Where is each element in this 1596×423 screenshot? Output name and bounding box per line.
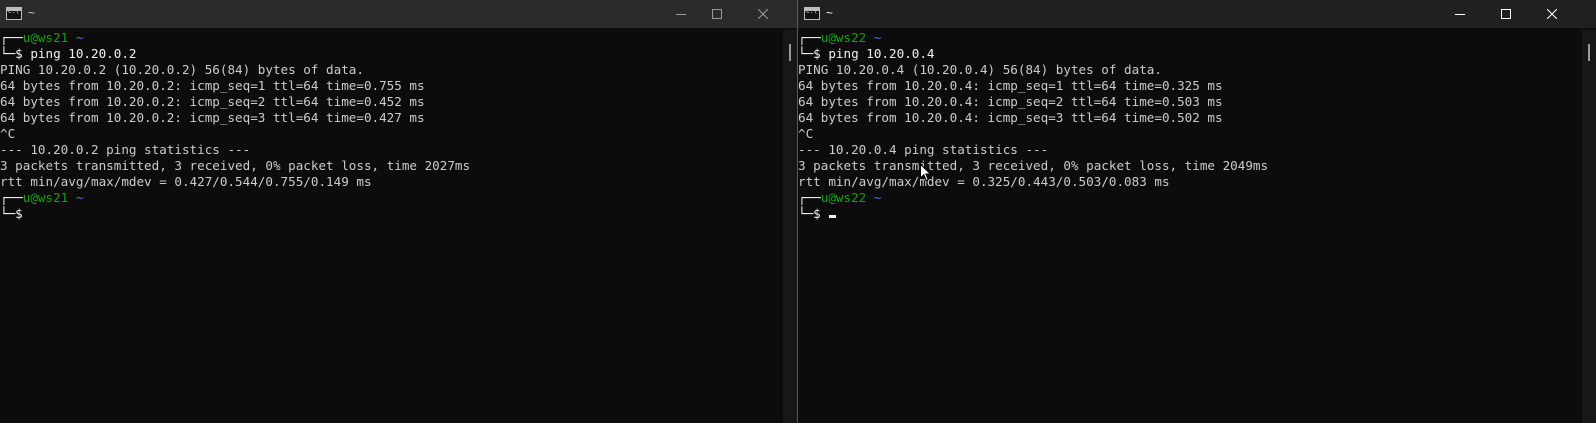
terminal-line: 64 bytes from 10.20.0.2: icmp_seq=3 ttl=… [0, 110, 781, 126]
command-text: ping 10.20.0.2 [30, 46, 137, 61]
terminal-line: --- 10.20.0.2 ping statistics --- [0, 142, 781, 158]
terminal-window-right[interactable]: C:\ ~ ┌──u@ws22 ~ └─$ ping 10.20.0.4 PING … [797, 0, 1596, 423]
terminal-output[interactable]: ┌──u@ws21 ~ └─$ ping 10.20.0.2 PING 10.20.… [0, 30, 781, 423]
prompt-box-bottom: └─ [0, 206, 16, 221]
output-text: 64 bytes from 10.20.0.4: icmp_seq=1 ttl=… [798, 78, 1223, 93]
terminal-line: PING 10.20.0.4 (10.20.0.4) 56(84) bytes … [798, 62, 1580, 78]
terminal-line: └─$ [0, 206, 781, 222]
prompt-user-host: u@ws21 [22, 30, 69, 45]
prompt-path: ~ [75, 190, 84, 205]
output-text: 64 bytes from 10.20.0.2: icmp_seq=1 ttl=… [0, 78, 425, 93]
terminal-line: └─$ [798, 206, 1580, 222]
prompt-path: ~ [75, 30, 84, 45]
output-text: ^C [798, 126, 814, 141]
text-cursor [829, 215, 837, 218]
prompt-dollar: $ [15, 206, 31, 221]
close-icon [1547, 9, 1557, 19]
terminal-line: ^C [798, 126, 1580, 142]
output-text: 64 bytes from 10.20.0.2: icmp_seq=2 ttl=… [0, 94, 425, 109]
terminal-line: 64 bytes from 10.20.0.4: icmp_seq=3 ttl=… [798, 110, 1580, 126]
terminal-line: └─$ ping 10.20.0.4 [798, 46, 1580, 62]
terminal-line: rtt min/avg/max/mdev = 0.325/0.443/0.503… [798, 174, 1580, 190]
prompt-dollar: $ [813, 46, 829, 61]
prompt-dollar: $ [15, 46, 31, 61]
terminal-line: ┌──u@ws21 ~ [0, 190, 781, 206]
output-text: 64 bytes from 10.20.0.2: icmp_seq=3 ttl=… [0, 110, 425, 125]
scrollbar-thumb[interactable] [789, 44, 791, 61]
terminal-window-left[interactable]: C:\ ~ ┌──u@ws21 ~ └─$ ping 10.20.0.2 PING … [0, 0, 797, 423]
terminal-line: ^C [0, 126, 781, 142]
maximize-icon [712, 9, 722, 19]
terminal-line: 3 packets transmitted, 3 received, 0% pa… [0, 158, 781, 174]
output-text: rtt min/avg/max/mdev = 0.325/0.443/0.503… [798, 174, 1170, 189]
terminal-line: └─$ ping 10.20.0.2 [0, 46, 781, 62]
minimize-icon [676, 14, 686, 15]
terminal-line: ┌──u@ws22 ~ [798, 190, 1580, 206]
output-text: PING 10.20.0.2 (10.20.0.2) 56(84) bytes … [0, 62, 364, 77]
prompt-box-bottom: └─ [798, 206, 814, 221]
maximize-icon [1501, 9, 1511, 19]
scrollbar[interactable] [783, 30, 797, 423]
window-title: ~ [826, 6, 834, 20]
output-text: PING 10.20.0.4 (10.20.0.4) 56(84) bytes … [798, 62, 1162, 77]
prompt-user-host: u@ws21 [22, 190, 69, 205]
title-bar[interactable]: C:\ ~ [0, 0, 797, 28]
output-text: 64 bytes from 10.20.0.4: icmp_seq=2 ttl=… [798, 94, 1223, 109]
terminal-line: 64 bytes from 10.20.0.2: icmp_seq=2 ttl=… [0, 94, 781, 110]
mouse-pointer-icon [920, 164, 932, 182]
prompt-user-host: u@ws22 [820, 30, 867, 45]
scrollbar-thumb[interactable] [1588, 44, 1590, 61]
terminal-line: 64 bytes from 10.20.0.4: icmp_seq=2 ttl=… [798, 94, 1580, 110]
close-button[interactable] [1529, 0, 1575, 28]
close-icon [758, 9, 768, 19]
maximize-button[interactable] [1483, 0, 1529, 28]
output-text: ^C [0, 126, 16, 141]
prompt-path: ~ [873, 190, 882, 205]
prompt-box-top: ┌── [798, 30, 821, 45]
output-text: 3 packets transmitted, 3 received, 0% pa… [798, 158, 1269, 173]
minimize-icon [1455, 14, 1465, 15]
output-text: 3 packets transmitted, 3 received, 0% pa… [0, 158, 471, 173]
close-button[interactable] [740, 0, 786, 28]
terminal-line: 64 bytes from 10.20.0.2: icmp_seq=1 ttl=… [0, 78, 781, 94]
terminal-line: ┌──u@ws22 ~ [798, 30, 1580, 46]
prompt-path: ~ [873, 30, 882, 45]
prompt-user-host: u@ws22 [820, 190, 867, 205]
terminal-line: ┌──u@ws21 ~ [0, 30, 781, 46]
scrollbar[interactable] [1582, 30, 1596, 423]
terminal-icon: C:\ [804, 7, 820, 20]
terminal-line: 64 bytes from 10.20.0.4: icmp_seq=1 ttl=… [798, 78, 1580, 94]
prompt-box-bottom: └─ [0, 46, 16, 61]
terminal-line: rtt min/avg/max/mdev = 0.427/0.544/0.755… [0, 174, 781, 190]
prompt-box-bottom: └─ [798, 46, 814, 61]
prompt-dollar: $ [813, 206, 829, 221]
prompt-box-top: ┌── [798, 190, 821, 205]
title-bar[interactable]: C:\ ~ [798, 0, 1596, 28]
window-title: ~ [28, 6, 36, 20]
terminal-icon: C:\ [6, 7, 22, 20]
output-text: rtt min/avg/max/mdev = 0.427/0.544/0.755… [0, 174, 372, 189]
minimize-button[interactable] [1437, 0, 1483, 28]
terminal-output[interactable]: ┌──u@ws22 ~ └─$ ping 10.20.0.4 PING 10.20.… [798, 30, 1580, 423]
terminal-line: PING 10.20.0.2 (10.20.0.2) 56(84) bytes … [0, 62, 781, 78]
output-text: --- 10.20.0.2 ping statistics --- [0, 142, 251, 157]
command-text: ping 10.20.0.4 [828, 46, 935, 61]
maximize-button[interactable] [694, 0, 740, 28]
prompt-box-top: ┌── [0, 30, 23, 45]
terminal-line: 3 packets transmitted, 3 received, 0% pa… [798, 158, 1580, 174]
output-text: --- 10.20.0.4 ping statistics --- [798, 142, 1049, 157]
prompt-box-top: ┌── [0, 190, 23, 205]
terminal-line: --- 10.20.0.4 ping statistics --- [798, 142, 1580, 158]
output-text: 64 bytes from 10.20.0.4: icmp_seq=3 ttl=… [798, 110, 1223, 125]
